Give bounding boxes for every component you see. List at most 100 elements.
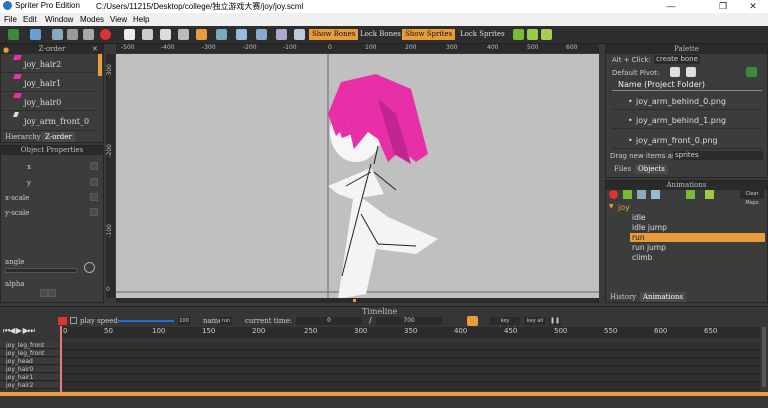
timeline-track[interactable]: joy_leg_front — [0, 350, 58, 357]
lock-sprites-toggle[interactable]: Lock Sprites — [457, 29, 508, 40]
palette-column-header[interactable]: Name (Project Folder) — [612, 80, 762, 91]
angle-slider[interactable] — [5, 268, 77, 273]
character-sprite[interactable] — [116, 54, 599, 299]
record-key-icon[interactable] — [58, 317, 67, 325]
save-icon[interactable] — [52, 29, 63, 40]
tab-files[interactable]: Files — [611, 164, 634, 174]
duplicate-animation-icon[interactable] — [637, 190, 646, 199]
zorder-scrollbar[interactable] — [98, 54, 102, 76]
bone-add-icon[interactable] — [527, 29, 538, 40]
timeline-vscrollbar[interactable] — [762, 327, 766, 387]
doc-icon[interactable] — [124, 29, 135, 40]
table-icon[interactable] — [178, 29, 189, 40]
lock-bones-toggle[interactable]: Lock Bones — [357, 29, 404, 40]
show-sprites-toggle[interactable]: Show Sprites — [402, 29, 456, 40]
menu-help[interactable]: Help — [133, 15, 149, 24]
copy-icon[interactable] — [67, 29, 78, 40]
list-icon[interactable] — [160, 29, 171, 40]
key-selected-button[interactable]: key selected — [490, 317, 520, 332]
show-bones-toggle[interactable]: Show Bones — [309, 29, 359, 40]
animation-item[interactable]: run — [630, 233, 765, 242]
current-time-field[interactable]: 0 — [296, 317, 362, 325]
record-icon[interactable] — [100, 29, 111, 40]
key-all-button[interactable]: key all — [524, 317, 546, 325]
zorder-item[interactable]: joy_hair2 — [2, 54, 96, 73]
bone-tool-icon[interactable] — [513, 29, 524, 40]
tab-animations[interactable]: Animations — [640, 292, 686, 302]
menu-window[interactable]: Window — [45, 15, 73, 24]
play-speed-field[interactable]: 100 — [178, 317, 190, 325]
timeline-track[interactable]: joy_leg_front — [0, 342, 58, 349]
end-time-field[interactable]: 700 — [376, 317, 442, 325]
alpha-spin[interactable] — [48, 289, 56, 297]
menu-file[interactable]: File — [4, 15, 17, 24]
frame-icon[interactable] — [216, 29, 227, 40]
window-icon[interactable] — [256, 29, 267, 40]
menu-view[interactable]: View — [110, 15, 127, 24]
name-field[interactable]: run — [220, 317, 232, 325]
timeline-track[interactable]: joy_hair1 — [0, 374, 58, 381]
pivot-custom-icon[interactable] — [686, 67, 696, 77]
new-icon[interactable] — [8, 29, 19, 40]
y-field[interactable] — [90, 178, 98, 186]
tab-objects[interactable]: Objects — [635, 164, 668, 174]
animation-item[interactable]: idle — [630, 213, 765, 222]
animation-item[interactable]: climb — [630, 253, 765, 262]
alt-click-select[interactable]: create bone — [654, 55, 700, 64]
minimize-button[interactable]: — — [656, 0, 686, 13]
paste-icon[interactable] — [83, 29, 94, 40]
timeline-track[interactable]: joy_head — [0, 358, 58, 365]
entity-label[interactable]: joy — [618, 203, 630, 212]
page-icon[interactable] — [142, 29, 153, 40]
palette-item[interactable]: • joy_arm_front_0.png — [612, 132, 762, 149]
yscale-field[interactable] — [90, 208, 98, 216]
add-animation-icon[interactable] — [623, 190, 632, 199]
x-field[interactable] — [90, 162, 98, 170]
panel-close-icon[interactable]: ✕ — [92, 45, 98, 53]
bone-link-icon[interactable] — [541, 29, 552, 40]
select-tool-icon[interactable] — [196, 29, 207, 40]
clear-maps-button[interactable]: Clear Maps — [740, 190, 764, 206]
copy-animation-icon[interactable] — [651, 190, 660, 199]
close-button[interactable]: ✕ — [738, 0, 768, 13]
xscale-field[interactable] — [90, 193, 98, 201]
expand-icon[interactable]: ▼ — [609, 203, 614, 210]
drag-as-select[interactable]: sprites — [673, 151, 763, 160]
playback-controls-icon[interactable]: ⏮◀ ▶ ▶⏭ — [3, 326, 35, 336]
tab-hierarchy[interactable]: Hierarchy — [2, 132, 44, 142]
play-speed-checkbox[interactable] — [70, 317, 77, 324]
scene-canvas[interactable] — [116, 54, 599, 299]
angle-dial[interactable] — [84, 262, 95, 273]
zorder-item[interactable]: joy_arm_front_0 — [2, 111, 96, 131]
maximize-button[interactable]: ❐ — [708, 0, 738, 13]
menu-modes[interactable]: Modes — [80, 15, 104, 24]
timeline-tracks-area[interactable] — [62, 342, 760, 390]
pause-icon[interactable]: ❚❚ — [549, 317, 561, 325]
alpha-field[interactable] — [40, 289, 48, 297]
zorder-item[interactable]: joy_hair0 — [2, 92, 96, 111]
grid-icon[interactable] — [276, 29, 287, 40]
open-icon[interactable] — [30, 29, 41, 40]
menu-edit[interactable]: Edit — [23, 15, 37, 24]
canvas-hscrollbar[interactable] — [116, 298, 599, 303]
animation-map-add-icon[interactable] — [705, 190, 714, 199]
palette-item[interactable]: • joy_arm_behind_1.png — [612, 112, 762, 129]
play-speed-slider[interactable] — [118, 320, 174, 322]
canvas-scroll-thumb[interactable] — [353, 299, 356, 302]
animation-item[interactable]: idle jump — [630, 223, 765, 232]
timeline-track[interactable]: joy_hair0 — [0, 366, 58, 373]
layout-icon[interactable] — [236, 29, 247, 40]
timeline-track[interactable]: joy_hair2 — [0, 382, 58, 389]
refresh-icon[interactable] — [746, 67, 757, 77]
loop-icon[interactable] — [467, 316, 478, 326]
tab-zorder[interactable]: Z-order — [42, 132, 75, 142]
zorder-item[interactable]: joy_hair1 — [2, 73, 96, 92]
animation-item[interactable]: run jump — [630, 243, 765, 252]
delete-animation-icon[interactable] — [609, 190, 618, 199]
pivot-center-icon[interactable] — [670, 67, 680, 77]
panel-icon[interactable] — [294, 29, 305, 40]
timeline-scrollbar[interactable] — [0, 392, 768, 396]
pin-icon[interactable]: ● — [3, 46, 9, 54]
animation-map-icon[interactable] — [686, 190, 695, 199]
tab-history[interactable]: History — [607, 292, 639, 302]
